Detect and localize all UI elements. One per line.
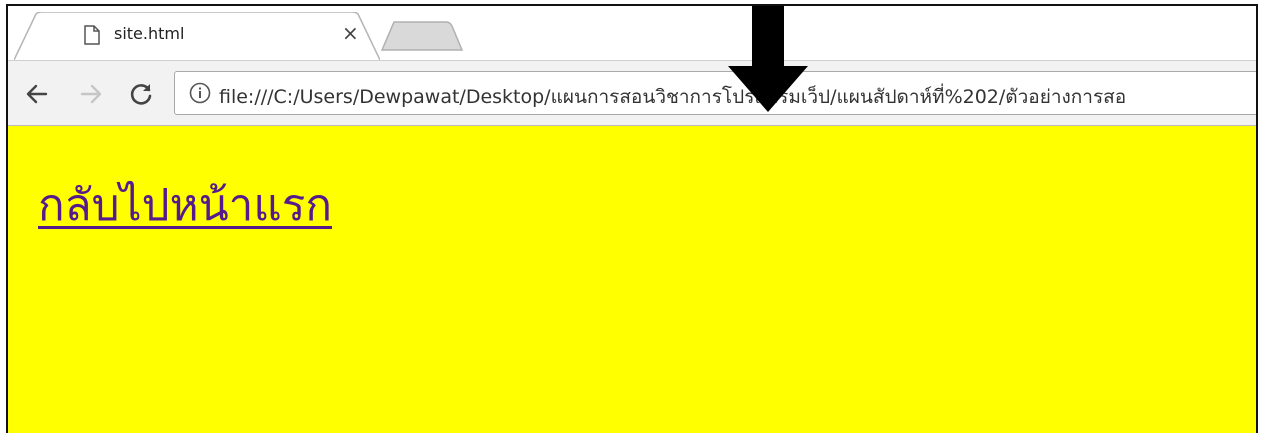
arrow-down-icon	[728, 6, 808, 112]
back-button[interactable]	[20, 77, 54, 111]
info-icon[interactable]	[189, 82, 211, 104]
forward-button[interactable]	[74, 77, 108, 111]
tab-strip: site.html ×	[8, 6, 1256, 60]
page-content: กลับไปหน้าแรก	[8, 126, 1256, 433]
tab-shape	[14, 12, 380, 60]
address-bar[interactable]: file:///C:/Users/Dewpawat/Desktop/แผนการ…	[174, 71, 1256, 115]
arrow-left-icon	[26, 84, 48, 104]
home-link[interactable]: กลับไปหน้าแรก	[38, 170, 332, 240]
browser-toolbar: file:///C:/Users/Dewpawat/Desktop/แผนการ…	[8, 60, 1256, 126]
url-text[interactable]: file:///C:/Users/Dewpawat/Desktop/แผนการ…	[219, 82, 1126, 112]
tab-close-button[interactable]: ×	[342, 22, 359, 44]
new-tab-button[interactable]	[380, 20, 464, 52]
reload-icon	[130, 84, 152, 105]
document-icon	[84, 25, 100, 45]
browser-window: site.html × file:///C:/Users/Dewpawat/De…	[6, 4, 1258, 433]
tab-title: site.html	[114, 24, 185, 43]
arrow-right-icon	[80, 84, 102, 104]
tab-site-html[interactable]: site.html ×	[14, 12, 380, 60]
reload-button[interactable]	[124, 77, 158, 111]
